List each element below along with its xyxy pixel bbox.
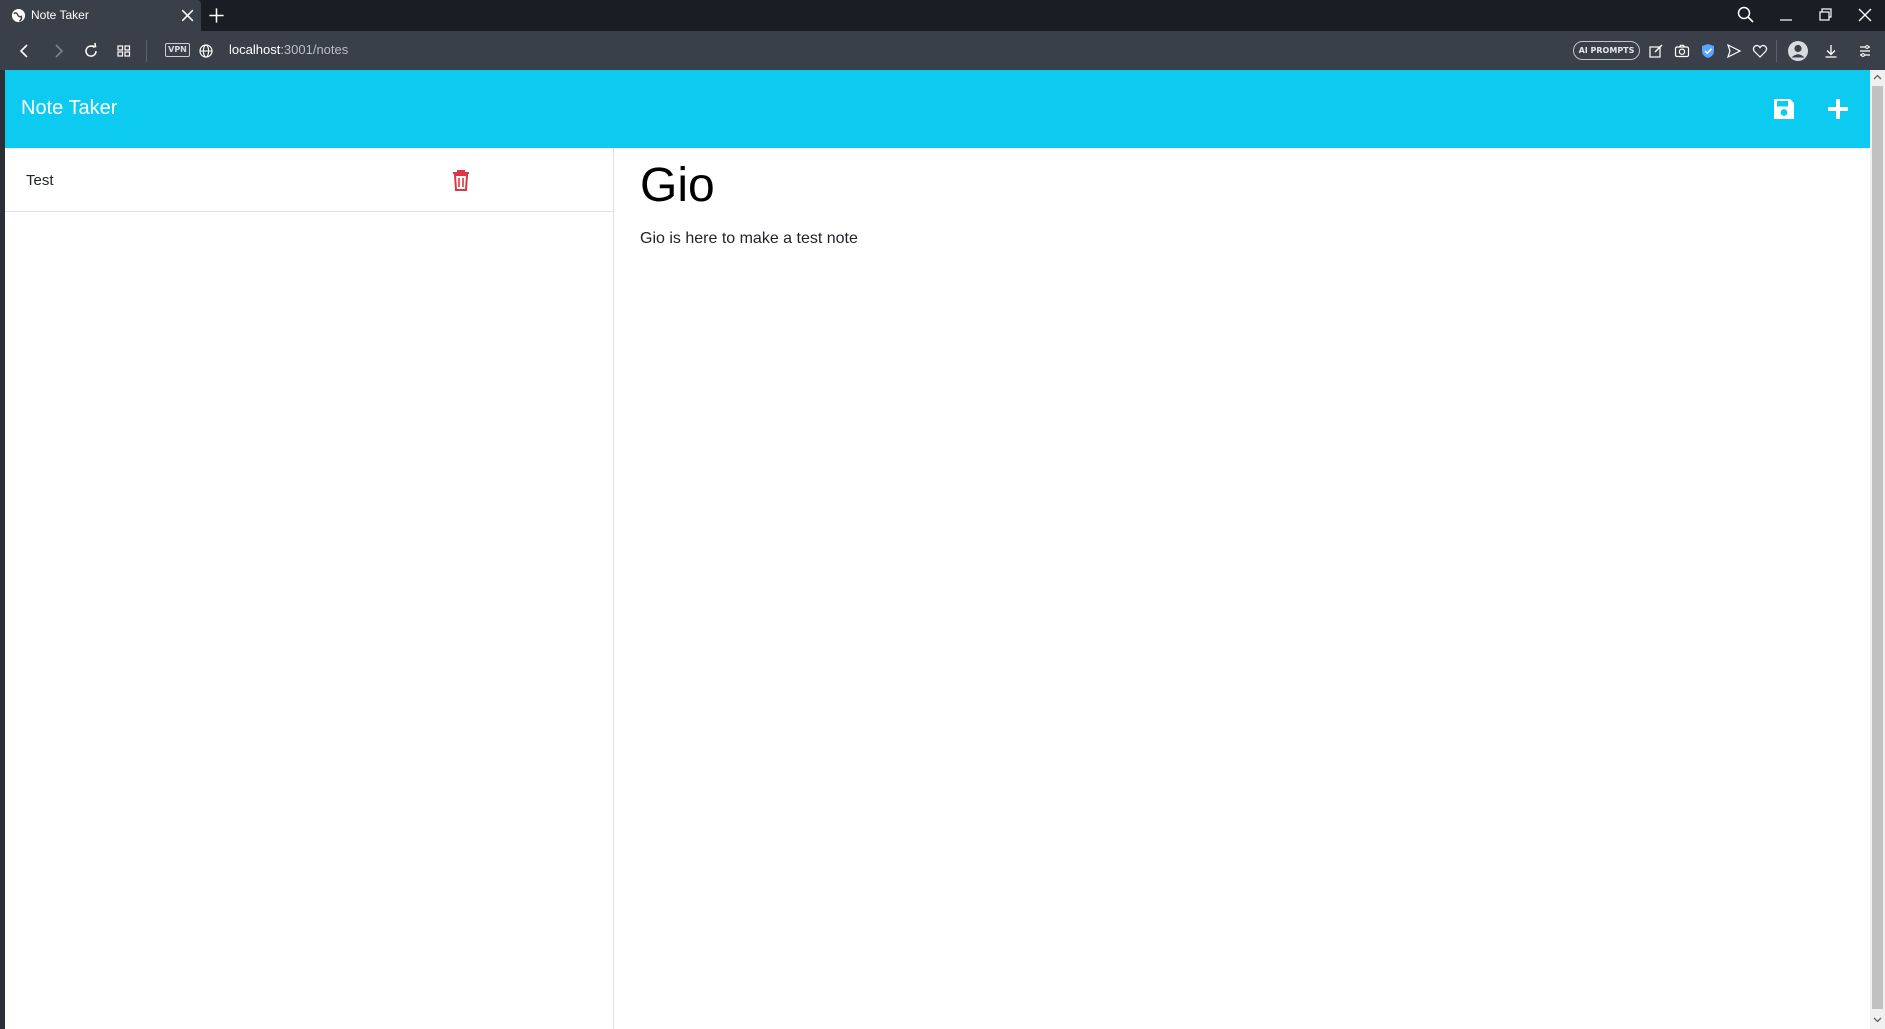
- menu-icon[interactable]: [1855, 41, 1875, 61]
- minimize-icon[interactable]: [1774, 4, 1798, 26]
- shield-icon[interactable]: [1698, 41, 1718, 61]
- app-brand[interactable]: Note Taker: [21, 97, 117, 120]
- page-scrollbar[interactable]: [1870, 70, 1885, 1029]
- note-list-item[interactable]: Test: [5, 148, 613, 212]
- edit-icon[interactable]: [1646, 41, 1666, 61]
- toolbar-divider: [1776, 40, 1777, 62]
- globe-icon[interactable]: [196, 41, 216, 61]
- note-text-area[interactable]: Gio is here to make a test note: [640, 230, 858, 248]
- vpn-badge[interactable]: VPN: [165, 43, 190, 57]
- scroll-down-arrow-icon[interactable]: [1873, 1015, 1882, 1024]
- heart-icon[interactable]: [1750, 41, 1770, 61]
- note-list-item-title: Test: [26, 172, 54, 189]
- new-tab-icon[interactable]: [207, 6, 226, 25]
- note-editor: Gio Gio is here to make a test note: [615, 148, 1870, 1029]
- back-icon[interactable]: [15, 41, 35, 61]
- url-host: localhost: [229, 42, 281, 57]
- camera-icon[interactable]: [1672, 41, 1692, 61]
- tab-grid-icon[interactable]: [114, 41, 134, 61]
- send-icon[interactable]: [1724, 41, 1744, 61]
- note-title-input[interactable]: Gio: [640, 162, 715, 210]
- app-navbar: Note Taker: [5, 70, 1870, 148]
- tab-title: Note Taker: [31, 8, 89, 22]
- scrollbar-thumb[interactable]: [1872, 86, 1883, 1009]
- add-note-icon[interactable]: [1825, 96, 1851, 122]
- toolbar-divider: [146, 40, 147, 62]
- browser-toolbar: VPN localhost:3001/notes AI PROMPTS: [0, 31, 1885, 70]
- save-note-icon[interactable]: [1771, 96, 1797, 122]
- globe-favicon-icon: [11, 8, 26, 23]
- search-icon[interactable]: [1734, 4, 1758, 26]
- reload-icon[interactable]: [81, 41, 101, 61]
- browser-titlebar: Note Taker: [0, 0, 1885, 31]
- download-icon[interactable]: [1821, 41, 1841, 61]
- address-bar[interactable]: localhost:3001/notes: [229, 42, 348, 57]
- profile-avatar-icon[interactable]: [1787, 40, 1809, 62]
- browser-tab[interactable]: Note Taker: [0, 0, 201, 31]
- forward-icon[interactable]: [48, 41, 68, 61]
- close-window-icon[interactable]: [1853, 4, 1877, 26]
- ai-prompts-button[interactable]: AI PROMPTS: [1573, 41, 1640, 60]
- close-tab-icon[interactable]: [179, 7, 196, 24]
- scroll-up-arrow-icon[interactable]: [1873, 73, 1882, 82]
- url-path: :3001/notes: [280, 42, 349, 57]
- trash-icon[interactable]: [451, 169, 471, 191]
- notes-sidebar: Test: [5, 148, 614, 1029]
- restore-icon[interactable]: [1813, 4, 1837, 26]
